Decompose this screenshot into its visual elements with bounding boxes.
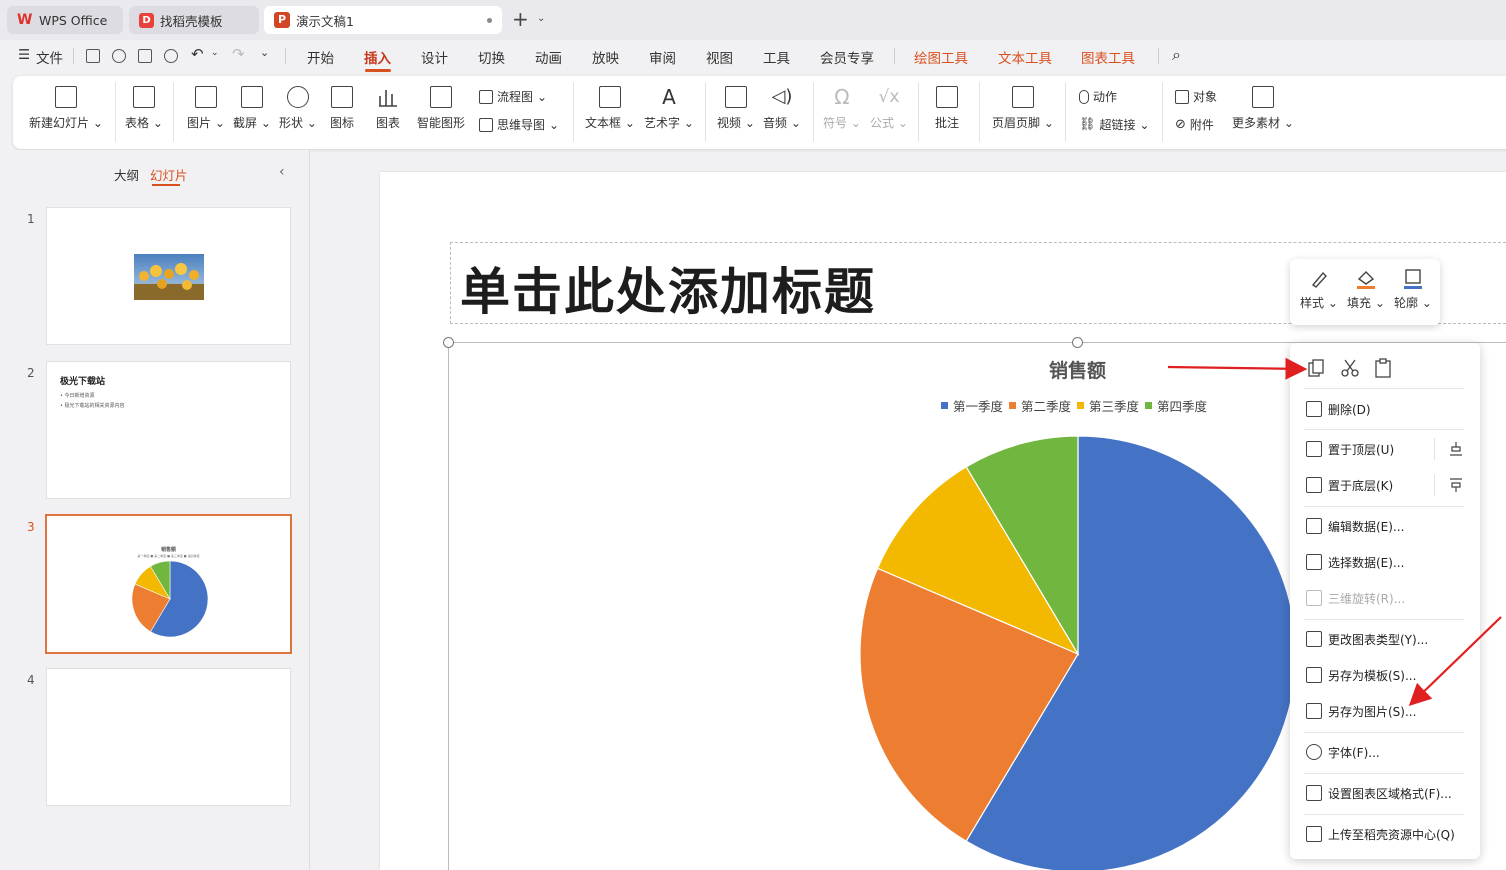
send-backward-icon[interactable]: [1448, 477, 1464, 493]
edit-data-label: 编辑数据(E)...: [1328, 519, 1405, 534]
fill-bucket-icon: [1355, 267, 1377, 289]
font-label: 字体(F)...: [1328, 745, 1380, 760]
style-label: 样式: [1300, 296, 1325, 310]
upload-cloud-icon: [1306, 826, 1322, 842]
bring-to-front-menu-item[interactable]: 置于顶层(U): [1306, 439, 1394, 459]
menu-separator: [1304, 814, 1464, 815]
upload-label: 上传至稻壳资源中心(Q): [1328, 827, 1455, 842]
bring-forward-icon[interactable]: [1448, 441, 1464, 457]
select-data-label: 选择数据(E)...: [1328, 555, 1405, 570]
fill-label: 填充: [1347, 296, 1372, 310]
fill-button[interactable]: 填充 ⌄: [1347, 267, 1385, 311]
copy-icon[interactable]: [1306, 358, 1326, 378]
send-to-back-menu-item[interactable]: 置于底层(K): [1306, 475, 1393, 495]
edit-data-icon: [1306, 518, 1322, 534]
3d-rotation-icon: [1306, 590, 1322, 606]
edit-data-menu-item[interactable]: 编辑数据(E)...: [1306, 516, 1404, 536]
send-to-back-label: 置于底层(K): [1328, 478, 1394, 493]
divider: [1434, 474, 1435, 496]
template-icon: [1306, 667, 1322, 683]
select-data-menu-item[interactable]: 选择数据(E)...: [1306, 552, 1404, 572]
format-chart-area-label: 设置图表区域格式(F)...: [1328, 786, 1452, 801]
save-picture-icon: [1306, 703, 1322, 719]
send-to-back-icon: [1306, 477, 1322, 493]
brush-icon: [1308, 267, 1330, 289]
format-area-icon: [1306, 785, 1322, 801]
menu-separator: [1304, 773, 1464, 774]
menu-separator: [1304, 506, 1464, 507]
save-as-template-menu-item[interactable]: 另存为模板(S)...: [1306, 665, 1416, 685]
divider: [1434, 438, 1435, 460]
bring-to-front-label: 置于顶层(U): [1328, 442, 1395, 457]
delete-label: 删除(D): [1328, 402, 1371, 417]
menu-separator: [1304, 429, 1464, 430]
outline-icon: [1402, 267, 1424, 289]
delete-menu-item[interactable]: 删除(D): [1306, 399, 1371, 419]
save-as-picture-label: 另存为图片(S)...: [1328, 704, 1417, 719]
font-icon: [1306, 744, 1322, 760]
chart-type-icon: [1306, 631, 1322, 647]
font-menu-item[interactable]: 字体(F)...: [1306, 742, 1380, 762]
bring-to-front-icon: [1306, 441, 1322, 457]
change-chart-type-menu-item[interactable]: 更改图表类型(Y)...: [1306, 629, 1428, 649]
select-data-icon: [1306, 554, 1322, 570]
change-chart-type-label: 更改图表类型(Y)...: [1328, 632, 1429, 647]
upload-menu-item[interactable]: 上传至稻壳资源中心(Q): [1306, 824, 1455, 844]
3d-rotation-label: 三维旋转(R)...: [1328, 591, 1406, 606]
chart-context-menu: 删除(D) 置于顶层(U) 置于底层(K) 编辑数据(E)... 选择数据(E)…: [1290, 343, 1480, 859]
pie-chart: [859, 435, 1297, 870]
paste-icon[interactable]: [1373, 358, 1393, 378]
3d-rotation-menu-item[interactable]: 三维旋转(R)...: [1306, 588, 1405, 608]
menu-separator: [1304, 732, 1464, 733]
chart-mini-toolbar: 样式 ⌄ 填充 ⌄ 轮廓 ⌄: [1290, 259, 1440, 325]
menu-separator: [1304, 388, 1464, 389]
outline-button[interactable]: 轮廓 ⌄: [1394, 267, 1432, 311]
save-as-picture-menu-item[interactable]: 另存为图片(S)...: [1306, 701, 1416, 721]
style-button[interactable]: 样式 ⌄: [1300, 267, 1338, 311]
trash-icon: [1306, 401, 1322, 417]
save-as-template-label: 另存为模板(S)...: [1328, 668, 1417, 683]
menu-separator: [1304, 619, 1464, 620]
outline-label: 轮廓: [1394, 296, 1419, 310]
cut-icon[interactable]: [1340, 358, 1360, 378]
format-chart-area-menu-item[interactable]: 设置图表区域格式(F)...: [1306, 783, 1452, 803]
